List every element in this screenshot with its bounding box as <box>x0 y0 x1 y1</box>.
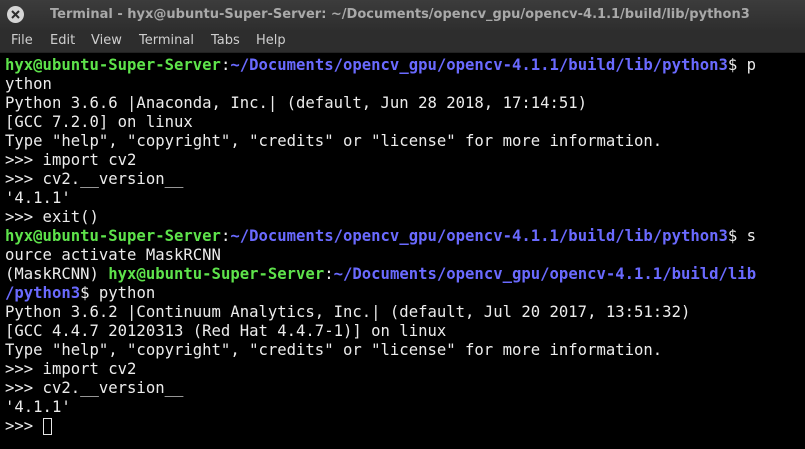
line-text: >>> import cv2 <box>5 151 137 169</box>
line-text: [GCC 4.4.7 20120313 (Red Hat 4.4.7-1)] o… <box>5 322 447 340</box>
prompt-separator: : <box>220 56 231 74</box>
terminal-line: >>> <box>5 417 52 436</box>
menu-edit[interactable]: Edit <box>50 33 75 48</box>
line-text: $ python <box>80 284 156 302</box>
prompt-path: ~/Documents/opencv_gpu/opencv-4.1.1/buil… <box>333 265 757 283</box>
terminal-line: >>> import cv2 <box>5 151 136 170</box>
title-bar[interactable]: Terminal - hyx@ubuntu-Super-Server: ~/Do… <box>0 0 805 30</box>
prompt-path: ~/Documents/opencv_gpu/opencv-4.1.1/buil… <box>230 227 728 245</box>
window-title: Terminal - hyx@ubuntu-Super-Server: ~/Do… <box>50 7 750 22</box>
env-prefix: (MaskRCNN) <box>5 265 109 283</box>
terminal-line: hyx@ubuntu-Super-Server:~/Documents/open… <box>5 56 756 75</box>
prompt-user: hyx@ubuntu-Super-Server <box>108 265 325 283</box>
terminal-line: Type "help", "copyright", "credits" or "… <box>5 341 662 360</box>
line-text: Python 3.6.2 |Continuum Analytics, Inc.|… <box>5 303 691 321</box>
terminal-output[interactable]: hyx@ubuntu-Super-Server:~/Documents/open… <box>0 54 805 449</box>
line-text: [GCC 7.2.0] on linux <box>5 113 193 131</box>
text-cursor <box>42 418 52 435</box>
terminal-line: [GCC 4.4.7 20120313 (Red Hat 4.4.7-1)] o… <box>5 322 446 341</box>
prompt-path: /python3 <box>5 284 81 302</box>
close-icon <box>11 10 20 19</box>
terminal-line: '4.1.1' <box>5 398 71 417</box>
terminal-line: Python 3.6.6 |Anaconda, Inc.| (default, … <box>5 94 587 113</box>
terminal-window: Terminal - hyx@ubuntu-Super-Server: ~/Do… <box>0 0 805 449</box>
terminal-line: >>> exit() <box>5 208 99 227</box>
line-text: $ s <box>727 227 757 245</box>
terminal-line: [GCC 7.2.0] on linux <box>5 113 193 132</box>
line-text: Python 3.6.6 |Anaconda, Inc.| (default, … <box>5 94 588 112</box>
line-text: >>> exit() <box>5 208 99 226</box>
prompt-separator: : <box>324 265 334 283</box>
terminal-line: ource activate MaskRCNN <box>5 246 221 265</box>
terminal-line: /python3$ python <box>5 284 155 303</box>
line-text: >>> import cv2 <box>5 360 137 378</box>
line-text: >>> <box>5 417 43 435</box>
line-text: Type "help", "copyright", "credits" or "… <box>5 132 663 150</box>
menu-file[interactable]: File <box>11 33 33 48</box>
terminal-line: ython <box>5 75 52 94</box>
line-text: '4.1.1' <box>5 189 71 207</box>
terminal-line: Type "help", "copyright", "credits" or "… <box>5 132 662 151</box>
line-text: >>> cv2.__version__ <box>5 379 184 397</box>
prompt-user: hyx@ubuntu-Super-Server <box>5 56 221 74</box>
menu-bar: File Edit View Terminal Tabs Help <box>0 30 805 53</box>
line-text: $ p <box>727 56 757 74</box>
line-text: '4.1.1' <box>5 398 71 416</box>
menu-tabs[interactable]: Tabs <box>211 33 240 48</box>
terminal-line: (MaskRCNN) hyx@ubuntu-Super-Server:~/Doc… <box>5 265 756 284</box>
terminal-line: >>> import cv2 <box>5 360 136 379</box>
menu-help[interactable]: Help <box>256 33 286 48</box>
menu-view[interactable]: View <box>91 33 122 48</box>
line-text: ource activate MaskRCNN <box>5 246 221 264</box>
terminal-line: hyx@ubuntu-Super-Server:~/Documents/open… <box>5 227 756 246</box>
close-button[interactable] <box>7 6 24 23</box>
line-text: >>> cv2.__version__ <box>5 170 184 188</box>
line-text: Type "help", "copyright", "credits" or "… <box>5 341 663 359</box>
menu-terminal[interactable]: Terminal <box>139 33 194 48</box>
terminal-line: >>> cv2.__version__ <box>5 170 183 189</box>
line-text: ython <box>5 75 52 93</box>
terminal-line: >>> cv2.__version__ <box>5 379 183 398</box>
terminal-line: Python 3.6.2 |Continuum Analytics, Inc.|… <box>5 303 690 322</box>
prompt-path: ~/Documents/opencv_gpu/opencv-4.1.1/buil… <box>230 56 728 74</box>
prompt-user: hyx@ubuntu-Super-Server <box>5 227 221 245</box>
prompt-separator: : <box>220 227 231 245</box>
terminal-line: '4.1.1' <box>5 189 71 208</box>
